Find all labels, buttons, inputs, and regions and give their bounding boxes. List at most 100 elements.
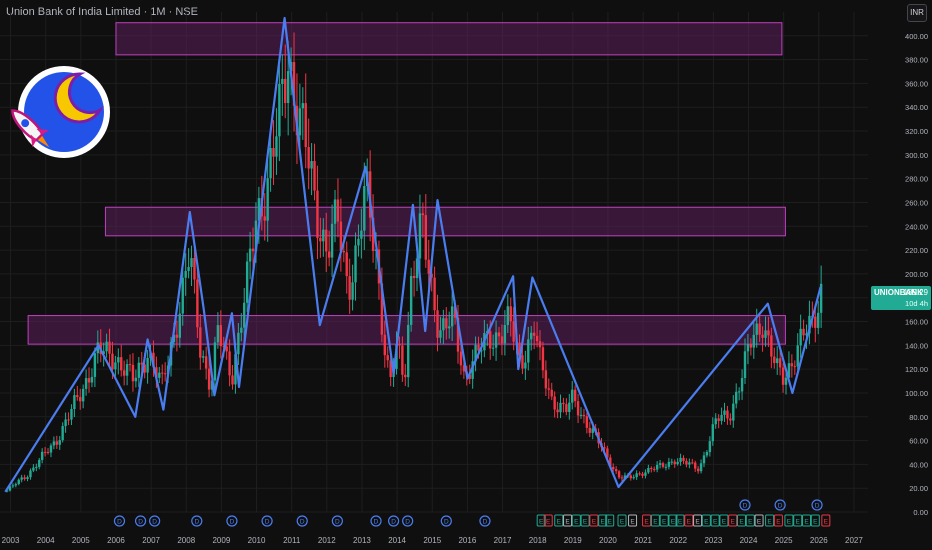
candle-body: [770, 335, 773, 357]
candle-body: [225, 346, 228, 352]
candle-body: [541, 347, 545, 371]
candle-body: [439, 330, 442, 338]
candle-body: [450, 306, 454, 327]
candle-body: [427, 259, 430, 274]
dividend-marker-label: D: [815, 503, 820, 510]
candle-body: [735, 391, 738, 404]
dividend-marker-label: D: [117, 519, 122, 526]
candle-body: [409, 275, 413, 325]
candle-body: [547, 388, 550, 390]
x-tick-label: 2025: [775, 536, 793, 545]
price-tag-value: 189.29: [903, 288, 928, 297]
y-tick-label: 360.00: [905, 79, 928, 88]
candle-body: [58, 440, 61, 445]
candle-body: [79, 396, 82, 402]
earnings-marker-label: E: [704, 519, 709, 526]
candle-body: [304, 103, 307, 148]
candle-body: [433, 277, 436, 311]
x-tick-label: 2003: [2, 536, 20, 545]
candle-body: [667, 461, 671, 467]
price-chart[interactable]: D D DD D D D D D D D D D D D D E E E E E E E E E E E E E E E E E E E E E E E E…: [0, 0, 932, 550]
candle-body: [776, 358, 779, 364]
candle-body: [184, 270, 187, 278]
candle-body: [120, 357, 123, 371]
dividend-marker-label: D: [391, 519, 396, 526]
wave-line: [4, 16, 822, 493]
candle-body: [219, 325, 223, 347]
candle-body: [67, 419, 70, 421]
candle-body: [588, 427, 591, 433]
candle-body: [64, 419, 67, 427]
candle-body: [336, 199, 340, 222]
candle-body: [330, 223, 334, 258]
earnings-marker-label: E: [601, 519, 606, 526]
candle-body: [653, 469, 656, 471]
candle-body: [70, 408, 73, 420]
candle-body: [576, 401, 580, 416]
dividend-marker-label: D: [778, 503, 783, 510]
x-tick-label: 2017: [494, 536, 512, 545]
earnings-marker-label: E: [695, 519, 700, 526]
candle-body: [196, 279, 199, 328]
candle-body: [251, 248, 255, 252]
candle-body: [231, 375, 234, 385]
earnings-marker-label: E: [776, 519, 781, 526]
candle-body: [635, 473, 638, 478]
candle-body: [641, 473, 644, 476]
candle-body: [658, 463, 662, 465]
y-tick-label: 100.00: [905, 389, 928, 398]
candle-body: [767, 330, 770, 336]
candle-body: [708, 441, 712, 453]
earnings-marker-label: E: [796, 519, 801, 526]
candle-body: [644, 472, 647, 476]
candle-body: [128, 364, 132, 366]
candle-body: [562, 402, 565, 405]
candle-body: [521, 355, 524, 369]
y-tick-label: 240.00: [905, 222, 928, 231]
candle-body: [784, 377, 788, 385]
earnings-marker-label: E: [687, 519, 692, 526]
candle-body: [204, 356, 208, 369]
candle-body: [497, 332, 501, 337]
candle-body: [732, 403, 735, 421]
candle-body: [632, 477, 635, 479]
candle-body: [778, 358, 782, 368]
candle-body: [137, 362, 141, 378]
candle-body: [647, 468, 650, 473]
candle-body: [535, 335, 539, 342]
candle-body: [301, 103, 305, 109]
candle-body: [175, 334, 179, 338]
candle-body: [620, 477, 624, 479]
y-tick-label: 140.00: [905, 341, 928, 350]
candle-body: [181, 277, 184, 314]
candle-body: [638, 473, 641, 475]
candle-body: [749, 344, 753, 348]
candle-body: [345, 252, 348, 277]
candle-body: [530, 332, 533, 340]
candle-body: [32, 467, 35, 471]
candle-body: [131, 364, 135, 382]
candle-body: [655, 464, 659, 470]
candle-body: [351, 282, 354, 300]
candle-body: [333, 199, 337, 224]
earnings-marker-label: E: [565, 519, 570, 526]
candle-body: [146, 358, 149, 373]
x-tick-label: 2014: [388, 536, 406, 545]
candle-body: [73, 395, 76, 409]
y-tick-label: 0.00: [913, 508, 928, 517]
candle-body: [307, 147, 310, 169]
dividend-marker-label: D: [194, 519, 199, 526]
candle-body: [424, 215, 428, 260]
candle-body: [190, 258, 193, 268]
candle-body: [585, 416, 589, 428]
x-tick-label: 2020: [599, 536, 617, 545]
candle-body: [571, 389, 574, 403]
candle-body: [245, 261, 249, 303]
x-tick-label: 2010: [248, 536, 266, 545]
candle-body: [108, 341, 111, 354]
candle-body: [134, 377, 138, 382]
y-tick-label: 260.00: [905, 198, 928, 207]
candle-body: [723, 410, 726, 415]
candle-body: [17, 479, 20, 485]
candle-body: [506, 306, 509, 326]
